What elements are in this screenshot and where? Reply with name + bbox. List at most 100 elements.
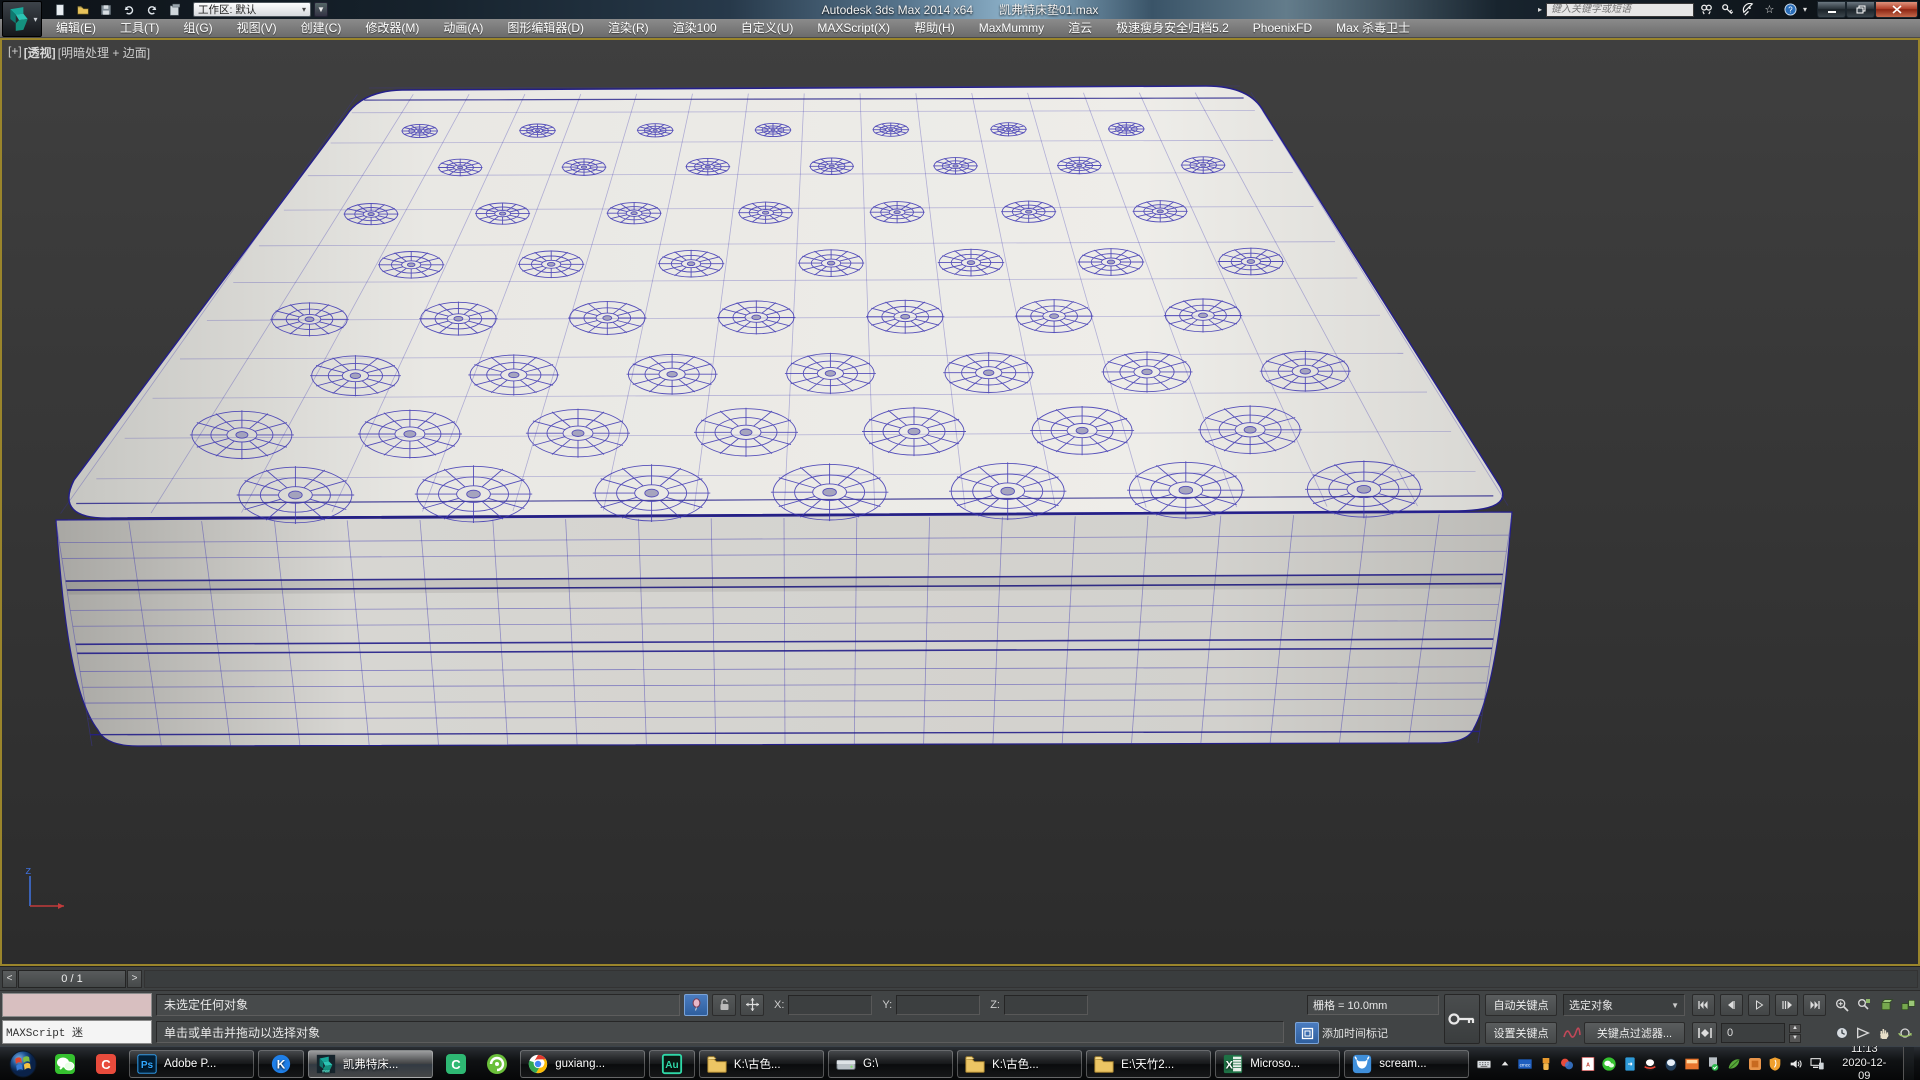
new-scene-icon[interactable] [50, 2, 70, 18]
color-circles-tray-icon[interactable] [1559, 1055, 1576, 1072]
show-hidden-icons-icon[interactable] [1496, 1055, 1513, 1072]
workspace-selector[interactable]: 工作区: 默认 ▾ [193, 2, 311, 17]
minimize-button[interactable] [1817, 1, 1846, 18]
time-configuration-icon[interactable] [1834, 1022, 1850, 1044]
set-keys-button[interactable] [1444, 994, 1480, 1044]
zoom-icon[interactable] [1834, 994, 1851, 1016]
storage-tray-icon[interactable] [1746, 1055, 1763, 1072]
taskbar-button-11[interactable]: K:\古色... [699, 1050, 824, 1078]
redo-icon[interactable] [142, 2, 162, 18]
taskbar-button-4[interactable]: PsAdobe P... [129, 1050, 254, 1078]
favorites-star-icon[interactable]: ☆ [1761, 2, 1778, 17]
menu-item-13[interactable]: 帮助(H) [902, 19, 967, 38]
play-animation-icon[interactable] [1775, 994, 1798, 1016]
maxscript-mini-listener-output[interactable] [2, 993, 152, 1017]
go-to-end-icon[interactable] [1803, 994, 1826, 1016]
application-menu-button[interactable]: ▾ [2, 1, 42, 37]
menu-item-18[interactable]: Max 杀毒卫士 [1324, 19, 1422, 38]
mattress-wireframe-model[interactable]: z [0, 38, 1920, 966]
zoom-all-icon[interactable] [1856, 994, 1873, 1016]
viewport-shading-label[interactable]: [明暗处理 + 边面] [58, 44, 150, 61]
taskbar-pinned-browser-360-icon[interactable] [478, 1050, 518, 1078]
menu-item-15[interactable]: 渲云 [1056, 19, 1104, 38]
volume-tray-icon[interactable] [1788, 1055, 1805, 1072]
usb-safe-tray-icon[interactable] [1704, 1055, 1721, 1072]
keyboard-icon[interactable] [1475, 1055, 1492, 1072]
zoom-extents-all-icon[interactable] [1899, 994, 1916, 1016]
key-filter-dropdown[interactable]: 选定对象▼ [1563, 994, 1685, 1016]
menu-item-16[interactable]: 极速瘦身安全归档5.2 [1104, 19, 1241, 38]
search-scope-caret-icon[interactable]: ▸ [1538, 5, 1542, 14]
usb-tray-icon[interactable] [1538, 1055, 1555, 1072]
taskbar-button-9[interactable]: guxiang... [520, 1050, 645, 1078]
menu-item-5[interactable]: 创建(C) [289, 19, 354, 38]
window-orange-tray-icon[interactable] [1684, 1055, 1701, 1072]
taskbar-button-12[interactable]: G:\ [828, 1050, 953, 1078]
taskbar-pinned-wechat-icon[interactable] [45, 1050, 85, 1078]
qq-tray-icon[interactable] [1642, 1055, 1659, 1072]
taskbar-button-16[interactable]: scream... [1344, 1050, 1469, 1078]
previous-frame-icon[interactable] [1720, 994, 1743, 1016]
restore-button[interactable] [1846, 1, 1875, 18]
y-coordinate-field[interactable] [896, 995, 980, 1015]
taskbar-pinned-camtasia-green-icon[interactable]: C [436, 1050, 476, 1078]
key-filters-button[interactable]: 关键点过滤器... [1584, 1022, 1685, 1044]
network-tray-icon[interactable] [1809, 1055, 1826, 1072]
spinner-down-icon[interactable]: ▼ [1789, 1034, 1801, 1043]
cmcc-tray-icon[interactable]: cmcc [1517, 1055, 1534, 1072]
wechat-tray-icon[interactable] [1600, 1055, 1617, 1072]
track-bar[interactable] [144, 970, 1918, 988]
play-icon[interactable] [1748, 994, 1771, 1016]
menu-item-12[interactable]: MAXScript(X) [805, 19, 902, 38]
go-to-start-icon[interactable] [1692, 994, 1715, 1016]
tim-tray-icon[interactable] [1663, 1055, 1680, 1072]
set-key-button[interactable]: 设置关键点 [1485, 1022, 1557, 1044]
pan-icon[interactable] [1876, 1022, 1892, 1044]
menu-item-3[interactable]: 组(G) [171, 19, 224, 38]
taskbar-button-5[interactable]: K [258, 1050, 304, 1078]
start-button[interactable] [5, 1049, 41, 1079]
help-caret-icon[interactable]: ▾ [1803, 5, 1807, 14]
security-tray-icon[interactable] [1767, 1055, 1784, 1072]
show-desktop-button[interactable] [1903, 1047, 1914, 1080]
menu-item-2[interactable]: 工具(T) [108, 19, 171, 38]
taskbar-button-10[interactable]: Au [649, 1050, 695, 1078]
spinner-up-icon[interactable]: ▲ [1789, 1024, 1801, 1033]
pdf-tray-icon[interactable]: A [1580, 1055, 1597, 1072]
viewport-pov-label[interactable]: [透视] [24, 44, 56, 61]
frame-spinner[interactable]: ▲▼ [1789, 1024, 1801, 1043]
menu-item-14[interactable]: MaxMummy [967, 19, 1056, 38]
menu-item-9[interactable]: 渲染(R) [596, 19, 661, 38]
current-frame-field[interactable]: 0 [1721, 1023, 1785, 1043]
search-icon[interactable] [1698, 2, 1715, 17]
green-leaf-tray-icon[interactable] [1725, 1055, 1742, 1072]
transform-gizmo-icon[interactable] [740, 994, 764, 1016]
taskbar-button-14[interactable]: E:\天竹2... [1086, 1050, 1211, 1078]
key-mode-toggle-icon[interactable] [1692, 1022, 1717, 1044]
menu-item-17[interactable]: PhoenixFD [1241, 19, 1324, 38]
help-icon[interactable]: ? [1782, 2, 1799, 17]
viewport-menu-plus[interactable]: [+] [8, 44, 22, 61]
open-file-icon[interactable] [73, 2, 93, 18]
menu-item-4[interactable]: 视图(V) [225, 19, 289, 38]
menu-item-10[interactable]: 渲染100 [661, 19, 729, 38]
previous-frame-arrow[interactable]: < [2, 970, 17, 988]
auto-key-button[interactable]: 自动关键点 [1485, 994, 1557, 1016]
zoom-extents-icon[interactable] [1878, 994, 1895, 1016]
taskbar-button-15[interactable]: XMicroso... [1215, 1050, 1340, 1078]
taskbar-button-13[interactable]: K:\古色... [957, 1050, 1082, 1078]
taskbar-pinned-camtasia-red-icon[interactable]: C [86, 1050, 126, 1078]
next-frame-arrow[interactable]: > [127, 970, 142, 988]
taskbar-clock[interactable]: 11:13 2020-12-09 [1829, 1043, 1899, 1080]
menu-item-8[interactable]: 图形编辑器(D) [495, 19, 596, 38]
isolate-selection-button[interactable] [684, 994, 708, 1016]
orbit-icon[interactable] [1897, 1022, 1913, 1044]
phone-transfer-tray-icon[interactable] [1621, 1055, 1638, 1072]
menu-item-1[interactable]: 编辑(E) [44, 19, 108, 38]
add-time-tag-label[interactable]: 添加时间标记 [1322, 1025, 1388, 1041]
taskbar-button-6[interactable]: max凯弗特床... [308, 1050, 433, 1078]
project-folder-icon[interactable] [165, 2, 185, 18]
frame-slider[interactable]: 0 / 1 [18, 970, 126, 988]
toolbar-flyout-button[interactable]: ▼ [314, 2, 328, 17]
menu-item-11[interactable]: 自定义(U) [729, 19, 806, 38]
